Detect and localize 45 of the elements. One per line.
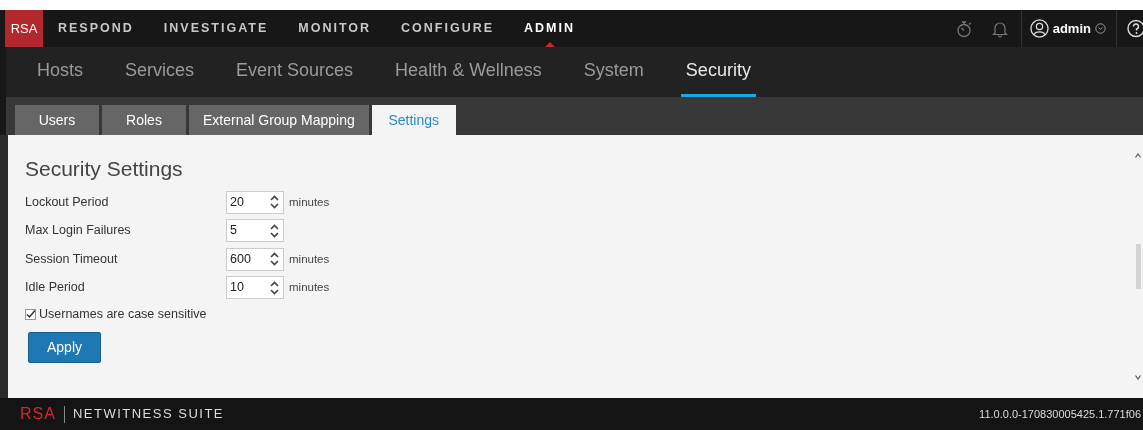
checkbox-icon: [25, 308, 36, 320]
field-label: Max Login Failures: [25, 222, 132, 240]
sub-nav-item[interactable]: Services: [120, 47, 200, 97]
bell-icon[interactable]: [991, 19, 1008, 38]
nav-item[interactable]: RESPOND: [43, 10, 149, 47]
user-icon: [1029, 19, 1049, 38]
sub-nav-item[interactable]: System: [578, 47, 649, 97]
sub-nav-item[interactable]: Event Sources: [231, 47, 359, 97]
footer-logo: RSA: [20, 404, 56, 424]
section-title: Security Settings: [25, 156, 184, 182]
spinner-icon[interactable]: [270, 280, 279, 295]
spinner-icon[interactable]: [270, 195, 279, 210]
apply-button[interactable]: Apply: [28, 332, 101, 363]
number-field[interactable]: 20: [226, 190, 284, 214]
help-icon[interactable]: [1127, 19, 1143, 38]
logo: RSA: [5, 10, 43, 47]
unit-label: minutes: [289, 194, 330, 210]
chevron-down-icon: [1095, 23, 1106, 34]
number-field[interactable]: 5: [226, 219, 284, 243]
spinner-icon[interactable]: [270, 252, 279, 267]
sub-nav-item[interactable]: Hosts: [32, 47, 88, 97]
stopwatch-icon[interactable]: [955, 19, 972, 38]
product-name: NETWITNESS SUITE: [72, 405, 225, 424]
user-menu[interactable]: admin: [1021, 10, 1114, 47]
case-sensitive-checkbox[interactable]: Usernames are case sensitive: [25, 303, 1135, 325]
nav-item[interactable]: MONITOR: [283, 10, 387, 47]
field-label: Lockout Period: [25, 193, 110, 211]
tab[interactable]: Users: [15, 105, 99, 135]
field-label: Session Timeout: [25, 250, 119, 268]
number-field[interactable]: 600: [226, 247, 284, 271]
scroll-up-icon[interactable]: [1135, 153, 1141, 158]
scroll-down-icon[interactable]: [1135, 375, 1141, 380]
nav-item[interactable]: INVESTIGATE: [148, 10, 284, 47]
unit-label: minutes: [289, 280, 330, 296]
nav-item[interactable]: CONFIGURE: [386, 10, 510, 47]
spinner-icon[interactable]: [270, 223, 279, 238]
scrollbar-thumb[interactable]: [1135, 244, 1141, 289]
unit-label: minutes: [289, 251, 330, 267]
version-label: 11.0.0.0-170830005425.1.771f06: [979, 406, 1141, 422]
tab[interactable]: Settings: [371, 105, 456, 135]
sub-nav-item[interactable]: Health & Wellness: [390, 47, 547, 97]
field-label: Idle Period: [25, 279, 86, 297]
number-field[interactable]: 10: [226, 276, 284, 300]
tab[interactable]: External Group Mapping: [189, 105, 369, 135]
tab[interactable]: Roles: [102, 105, 186, 135]
